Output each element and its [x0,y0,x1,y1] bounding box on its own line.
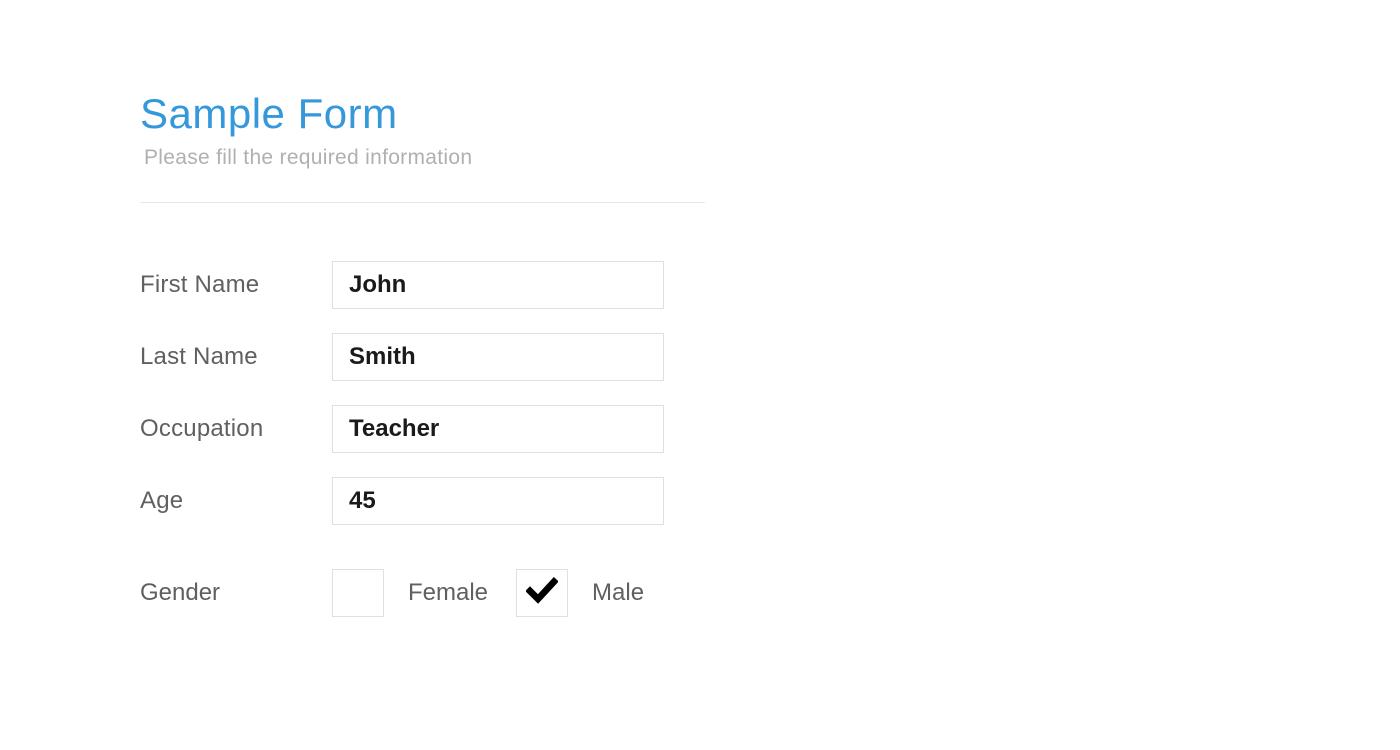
form-row-last-name: Last Name [140,333,705,381]
female-checkbox-label: Female [408,579,488,607]
male-checkbox[interactable] [516,569,568,617]
first-name-input[interactable] [332,261,664,309]
occupation-input[interactable] [332,405,664,453]
male-checkbox-label: Male [592,579,644,607]
check-icon [526,577,558,610]
last-name-input[interactable] [332,333,664,381]
form-container: Sample Form Please fill the required inf… [140,90,705,617]
form-row-age: Age [140,477,705,525]
last-name-label: Last Name [140,343,332,371]
divider [140,202,705,203]
form-row-occupation: Occupation [140,405,705,453]
age-input[interactable] [332,477,664,525]
occupation-label: Occupation [140,415,332,443]
female-checkbox[interactable] [332,569,384,617]
first-name-label: First Name [140,271,332,299]
gender-label: Gender [140,579,332,607]
form-row-gender: Gender Female Male [140,569,705,617]
form-row-first-name: First Name [140,261,705,309]
gender-options: Female Male [332,569,672,617]
form-subtitle: Please fill the required information [144,146,705,170]
age-label: Age [140,487,332,515]
form-title: Sample Form [140,90,705,138]
